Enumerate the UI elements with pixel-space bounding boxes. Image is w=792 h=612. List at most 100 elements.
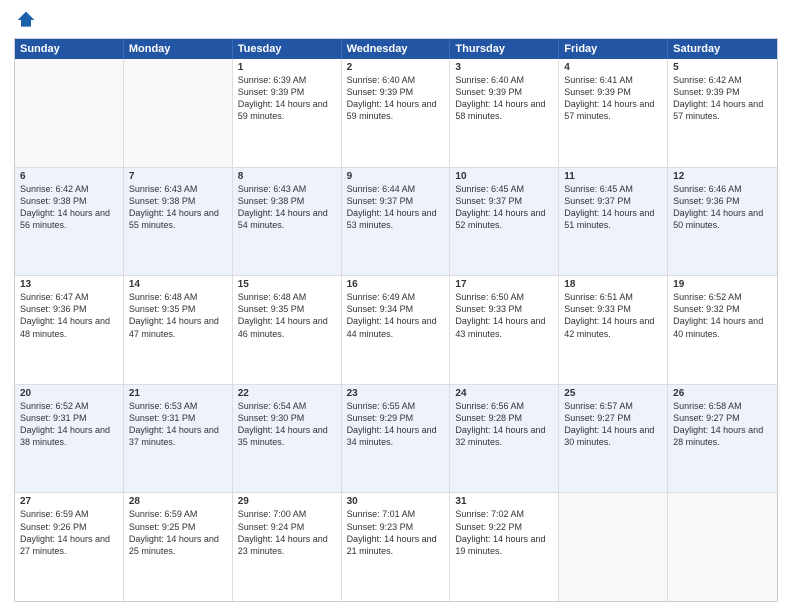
calendar-cell: 2Sunrise: 6:40 AMSunset: 9:39 PMDaylight… <box>342 59 451 167</box>
day-info: Sunrise: 6:41 AMSunset: 9:39 PMDaylight:… <box>564 74 662 123</box>
day-number: 16 <box>347 279 445 290</box>
calendar-header: SundayMondayTuesdayWednesdayThursdayFrid… <box>15 39 777 59</box>
calendar-row: 27Sunrise: 6:59 AMSunset: 9:26 PMDayligh… <box>15 493 777 601</box>
calendar-cell: 27Sunrise: 6:59 AMSunset: 9:26 PMDayligh… <box>15 493 124 601</box>
calendar-cell: 25Sunrise: 6:57 AMSunset: 9:27 PMDayligh… <box>559 385 668 493</box>
calendar-cell: 6Sunrise: 6:42 AMSunset: 9:38 PMDaylight… <box>15 168 124 276</box>
calendar-cell: 10Sunrise: 6:45 AMSunset: 9:37 PMDayligh… <box>450 168 559 276</box>
day-info: Sunrise: 6:48 AMSunset: 9:35 PMDaylight:… <box>129 291 227 340</box>
calendar-cell: 5Sunrise: 6:42 AMSunset: 9:39 PMDaylight… <box>668 59 777 167</box>
day-info: Sunrise: 6:40 AMSunset: 9:39 PMDaylight:… <box>455 74 553 123</box>
calendar-cell: 9Sunrise: 6:44 AMSunset: 9:37 PMDaylight… <box>342 168 451 276</box>
day-info: Sunrise: 6:52 AMSunset: 9:32 PMDaylight:… <box>673 291 772 340</box>
day-number: 14 <box>129 279 227 290</box>
calendar-cell: 26Sunrise: 6:58 AMSunset: 9:27 PMDayligh… <box>668 385 777 493</box>
day-info: Sunrise: 6:44 AMSunset: 9:37 PMDaylight:… <box>347 183 445 232</box>
calendar-cell: 19Sunrise: 6:52 AMSunset: 9:32 PMDayligh… <box>668 276 777 384</box>
header <box>14 10 778 30</box>
calendar-cell: 22Sunrise: 6:54 AMSunset: 9:30 PMDayligh… <box>233 385 342 493</box>
day-number: 4 <box>564 62 662 73</box>
day-number: 25 <box>564 388 662 399</box>
day-info: Sunrise: 6:54 AMSunset: 9:30 PMDaylight:… <box>238 400 336 449</box>
day-number: 10 <box>455 171 553 182</box>
logo-icon <box>16 10 36 30</box>
logo <box>14 10 36 30</box>
day-info: Sunrise: 6:48 AMSunset: 9:35 PMDaylight:… <box>238 291 336 340</box>
day-number: 3 <box>455 62 553 73</box>
calendar-cell: 1Sunrise: 6:39 AMSunset: 9:39 PMDaylight… <box>233 59 342 167</box>
calendar-row: 13Sunrise: 6:47 AMSunset: 9:36 PMDayligh… <box>15 276 777 385</box>
day-number: 17 <box>455 279 553 290</box>
day-info: Sunrise: 6:51 AMSunset: 9:33 PMDaylight:… <box>564 291 662 340</box>
day-number: 23 <box>347 388 445 399</box>
day-number: 15 <box>238 279 336 290</box>
page: SundayMondayTuesdayWednesdayThursdayFrid… <box>0 0 792 612</box>
calendar-row: 1Sunrise: 6:39 AMSunset: 9:39 PMDaylight… <box>15 59 777 168</box>
day-number: 26 <box>673 388 772 399</box>
calendar-cell <box>15 59 124 167</box>
header-cell-monday: Monday <box>124 39 233 59</box>
day-info: Sunrise: 6:55 AMSunset: 9:29 PMDaylight:… <box>347 400 445 449</box>
calendar: SundayMondayTuesdayWednesdayThursdayFrid… <box>14 38 778 602</box>
calendar-cell: 8Sunrise: 6:43 AMSunset: 9:38 PMDaylight… <box>233 168 342 276</box>
day-info: Sunrise: 6:42 AMSunset: 9:38 PMDaylight:… <box>20 183 118 232</box>
day-info: Sunrise: 6:47 AMSunset: 9:36 PMDaylight:… <box>20 291 118 340</box>
day-number: 28 <box>129 496 227 507</box>
day-number: 6 <box>20 171 118 182</box>
calendar-cell: 3Sunrise: 6:40 AMSunset: 9:39 PMDaylight… <box>450 59 559 167</box>
calendar-cell: 21Sunrise: 6:53 AMSunset: 9:31 PMDayligh… <box>124 385 233 493</box>
header-cell-tuesday: Tuesday <box>233 39 342 59</box>
day-info: Sunrise: 6:59 AMSunset: 9:26 PMDaylight:… <box>20 508 118 557</box>
calendar-cell <box>668 493 777 601</box>
day-number: 8 <box>238 171 336 182</box>
calendar-cell <box>124 59 233 167</box>
header-cell-saturday: Saturday <box>668 39 777 59</box>
day-number: 12 <box>673 171 772 182</box>
day-info: Sunrise: 6:49 AMSunset: 9:34 PMDaylight:… <box>347 291 445 340</box>
day-info: Sunrise: 7:02 AMSunset: 9:22 PMDaylight:… <box>455 508 553 557</box>
day-number: 31 <box>455 496 553 507</box>
calendar-cell: 20Sunrise: 6:52 AMSunset: 9:31 PMDayligh… <box>15 385 124 493</box>
calendar-cell: 4Sunrise: 6:41 AMSunset: 9:39 PMDaylight… <box>559 59 668 167</box>
day-number: 5 <box>673 62 772 73</box>
day-number: 29 <box>238 496 336 507</box>
day-info: Sunrise: 6:57 AMSunset: 9:27 PMDaylight:… <box>564 400 662 449</box>
calendar-row: 20Sunrise: 6:52 AMSunset: 9:31 PMDayligh… <box>15 385 777 494</box>
calendar-cell: 24Sunrise: 6:56 AMSunset: 9:28 PMDayligh… <box>450 385 559 493</box>
calendar-cell: 12Sunrise: 6:46 AMSunset: 9:36 PMDayligh… <box>668 168 777 276</box>
day-number: 2 <box>347 62 445 73</box>
day-info: Sunrise: 6:39 AMSunset: 9:39 PMDaylight:… <box>238 74 336 123</box>
day-number: 13 <box>20 279 118 290</box>
calendar-cell: 14Sunrise: 6:48 AMSunset: 9:35 PMDayligh… <box>124 276 233 384</box>
day-number: 1 <box>238 62 336 73</box>
calendar-cell: 17Sunrise: 6:50 AMSunset: 9:33 PMDayligh… <box>450 276 559 384</box>
calendar-cell: 28Sunrise: 6:59 AMSunset: 9:25 PMDayligh… <box>124 493 233 601</box>
day-number: 19 <box>673 279 772 290</box>
calendar-row: 6Sunrise: 6:42 AMSunset: 9:38 PMDaylight… <box>15 168 777 277</box>
header-cell-friday: Friday <box>559 39 668 59</box>
day-number: 7 <box>129 171 227 182</box>
calendar-cell: 11Sunrise: 6:45 AMSunset: 9:37 PMDayligh… <box>559 168 668 276</box>
day-info: Sunrise: 6:59 AMSunset: 9:25 PMDaylight:… <box>129 508 227 557</box>
header-cell-sunday: Sunday <box>15 39 124 59</box>
day-number: 30 <box>347 496 445 507</box>
day-info: Sunrise: 6:56 AMSunset: 9:28 PMDaylight:… <box>455 400 553 449</box>
day-info: Sunrise: 6:50 AMSunset: 9:33 PMDaylight:… <box>455 291 553 340</box>
day-number: 11 <box>564 171 662 182</box>
calendar-cell: 31Sunrise: 7:02 AMSunset: 9:22 PMDayligh… <box>450 493 559 601</box>
day-info: Sunrise: 6:58 AMSunset: 9:27 PMDaylight:… <box>673 400 772 449</box>
calendar-cell <box>559 493 668 601</box>
calendar-cell: 23Sunrise: 6:55 AMSunset: 9:29 PMDayligh… <box>342 385 451 493</box>
day-info: Sunrise: 6:45 AMSunset: 9:37 PMDaylight:… <box>564 183 662 232</box>
day-info: Sunrise: 6:43 AMSunset: 9:38 PMDaylight:… <box>129 183 227 232</box>
day-number: 24 <box>455 388 553 399</box>
calendar-cell: 18Sunrise: 6:51 AMSunset: 9:33 PMDayligh… <box>559 276 668 384</box>
day-number: 21 <box>129 388 227 399</box>
day-number: 9 <box>347 171 445 182</box>
day-number: 22 <box>238 388 336 399</box>
day-info: Sunrise: 6:52 AMSunset: 9:31 PMDaylight:… <box>20 400 118 449</box>
day-number: 20 <box>20 388 118 399</box>
day-info: Sunrise: 6:46 AMSunset: 9:36 PMDaylight:… <box>673 183 772 232</box>
day-info: Sunrise: 6:40 AMSunset: 9:39 PMDaylight:… <box>347 74 445 123</box>
calendar-cell: 15Sunrise: 6:48 AMSunset: 9:35 PMDayligh… <box>233 276 342 384</box>
